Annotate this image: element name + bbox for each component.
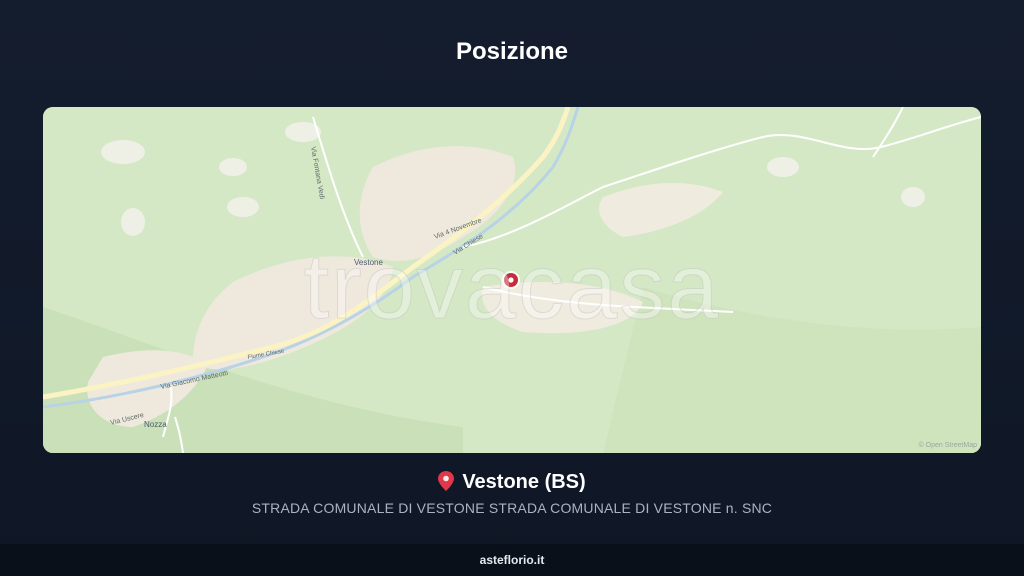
place-name: Vestone (BS) [462, 471, 586, 493]
map-attribution[interactable]: © Open StreetMap [919, 442, 977, 449]
page-title: Posizione [455, 38, 569, 65]
footer-site[interactable]: asteflorio.it [480, 553, 545, 567]
map-watermark: trovacasa [303, 236, 721, 339]
place-heading: Vestone (BS) [0, 471, 1024, 497]
footer: asteflorio.it [0, 544, 1024, 576]
location-map[interactable]: Via 4 Novembre Via Chiese Via Fontana Ve… [43, 107, 981, 453]
address-text: STRADA COMUNALE DI VESTONE STRADA COMUNA… [251, 500, 773, 516]
pin-icon [438, 471, 455, 497]
town-label-nozza: Nozza [144, 420, 167, 429]
